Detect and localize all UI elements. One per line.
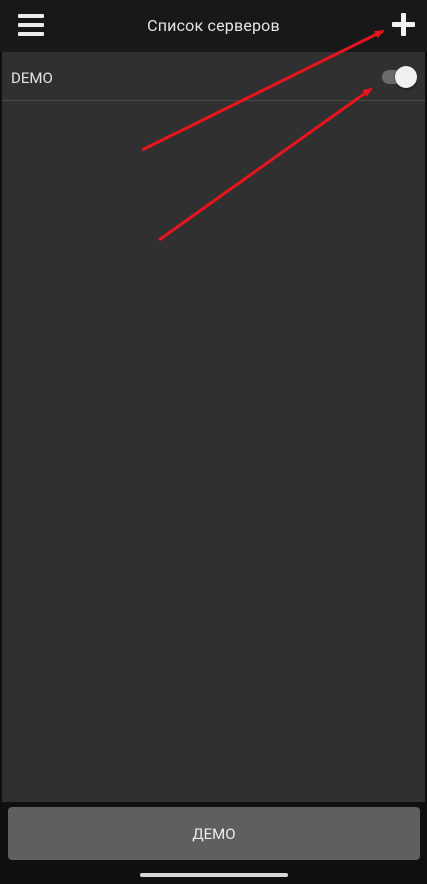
app-screen: Список серверов DEMO ДЕМО	[0, 0, 427, 884]
toggle-thumb	[395, 66, 417, 88]
server-list-item[interactable]: DEMO	[2, 52, 425, 101]
top-app-bar: Список серверов	[0, 0, 427, 52]
server-enabled-toggle[interactable]	[380, 66, 418, 88]
server-list: DEMO	[2, 52, 425, 802]
server-name: DEMO	[11, 69, 53, 87]
demo-button[interactable]: ДЕМО	[8, 807, 420, 860]
plus-icon[interactable]	[389, 10, 419, 40]
home-indicator	[140, 873, 288, 877]
bottom-bar: ДЕМО	[0, 802, 427, 884]
plus-bar-vertical	[401, 13, 406, 36]
page-title: Список серверов	[147, 16, 280, 35]
